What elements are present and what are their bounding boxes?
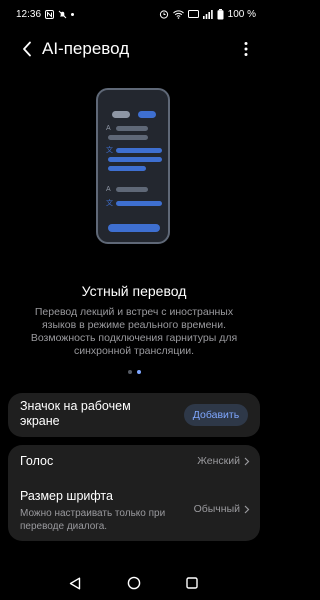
nav-back-button[interactable] (66, 574, 84, 592)
illustration-pill-left (112, 111, 130, 118)
font-size-label: Размер шрифта (20, 489, 113, 503)
status-right: 100 % (159, 8, 256, 20)
app-bar: AI-перевод (0, 34, 268, 64)
voice-row[interactable]: Голос Женский (8, 445, 260, 479)
feature-description: Перевод лекций и встреч с иностранных яз… (30, 306, 238, 357)
chevron-right-icon (244, 457, 250, 465)
illustration-action-pill (108, 224, 160, 232)
nav-home-button[interactable] (125, 574, 143, 592)
status-bar: 12:36 100 % (0, 0, 268, 28)
wifi-icon (172, 9, 184, 19)
back-arrow-icon (23, 41, 31, 57)
font-size-value: Обычный (193, 503, 240, 515)
battery-icon (217, 8, 224, 19)
mute-bell-icon (58, 10, 67, 18)
status-left: 12:36 (16, 8, 75, 20)
back-button[interactable] (16, 38, 38, 60)
settings-card: Голос Женский Размер шрифта Можно настра… (8, 445, 260, 541)
feature-title: Устный перевод (81, 283, 187, 299)
battery-percent: 100 % (227, 8, 256, 20)
illustration-target-glyph: 文 (106, 147, 113, 154)
illustration-target-line (116, 201, 162, 206)
add-button[interactable]: Добавить (184, 404, 248, 426)
illustration-source-line (116, 126, 148, 131)
illustration-source-line (116, 187, 148, 192)
page-dot[interactable] (127, 370, 132, 374)
more-vertical-icon (244, 42, 248, 56)
voice-value: Женский (197, 455, 240, 467)
illustration-source-glyph: A (106, 186, 111, 193)
page-title: AI-перевод (42, 39, 130, 58)
font-size-row[interactable]: Размер шрифта Можно настраивать только п… (8, 479, 260, 541)
chevron-right-icon (244, 505, 250, 513)
system-nav-bar (0, 568, 268, 598)
voice-value-group: Женский (197, 455, 250, 467)
illustration-pill-right (138, 111, 156, 118)
illustration-source-line (108, 135, 148, 140)
font-size-value-group: Обычный (194, 503, 250, 515)
nav-back-icon (69, 577, 81, 589)
volte-badge-icon (187, 10, 199, 18)
nav-home-icon (127, 576, 141, 590)
page-indicator[interactable] (0, 370, 268, 374)
illustration-target-line (108, 157, 162, 162)
illustration-target-glyph: 文 (106, 200, 113, 207)
home-icon-label: Значок на рабочем экране (20, 399, 131, 428)
illustration-source-glyph: A (106, 125, 111, 132)
illustration-target-line (116, 148, 162, 153)
alarm-icon (159, 10, 168, 19)
signal-icon (202, 9, 213, 19)
status-time: 12:36 (16, 8, 42, 20)
nfc-icon (45, 9, 55, 19)
font-size-hint: Можно настраивать только при переводе ди… (20, 508, 166, 532)
page-dot-active[interactable] (136, 370, 141, 374)
voice-label: Голос (20, 454, 54, 468)
home-icon-card: Значок на рабочем экране Добавить (8, 393, 260, 437)
illustration-target-line (108, 166, 146, 171)
notification-dot-icon (71, 12, 75, 16)
nav-recents-button[interactable] (183, 574, 201, 592)
nav-recents-icon (186, 577, 198, 589)
feature-illustration: A 文 A 文 (96, 88, 170, 244)
more-options-button[interactable] (238, 38, 254, 60)
